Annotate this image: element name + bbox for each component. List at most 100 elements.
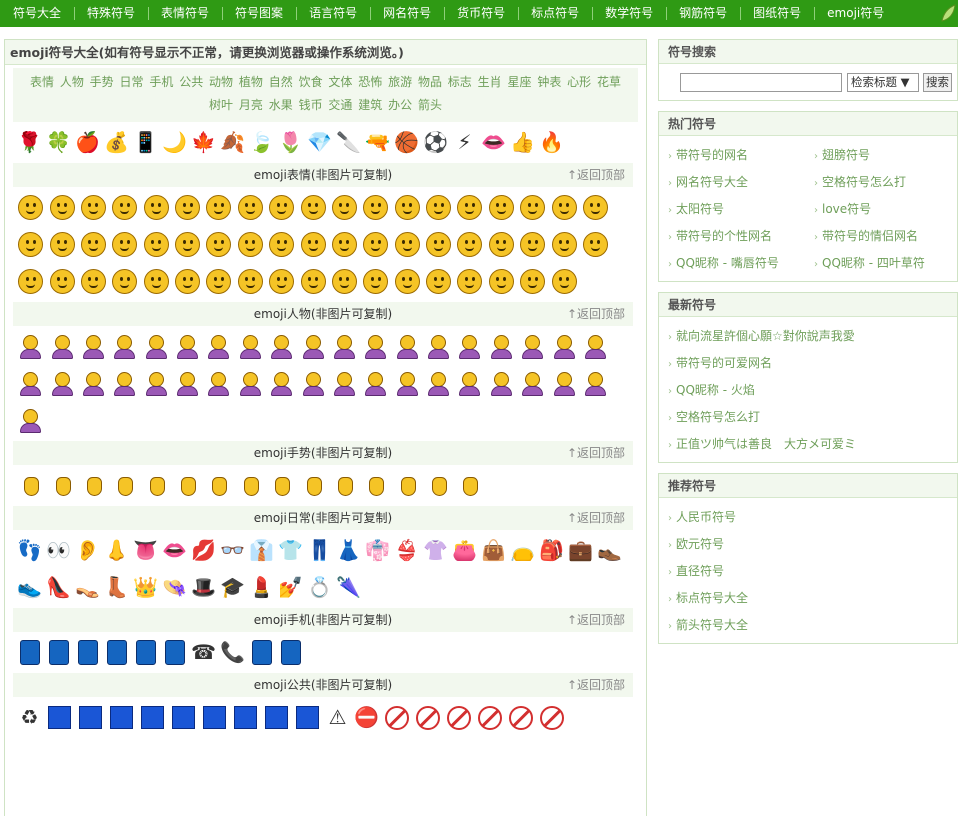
category-link[interactable]: 月亮 bbox=[239, 98, 263, 112]
back-to-top-link[interactable]: ↑返回顶部 bbox=[567, 673, 625, 697]
emoji-glyph[interactable]: 🍎 bbox=[75, 130, 100, 155]
face-emoji-icon[interactable] bbox=[18, 232, 44, 257]
face-emoji-icon[interactable] bbox=[300, 269, 326, 294]
face-emoji-icon[interactable] bbox=[269, 269, 295, 294]
device-emoji-icon[interactable] bbox=[280, 640, 301, 665]
face-emoji-icon[interactable] bbox=[143, 195, 169, 220]
emoji-glyph[interactable]: 👢 bbox=[104, 575, 129, 600]
category-link[interactable]: 箭头 bbox=[418, 98, 442, 112]
hand-emoji-icon[interactable] bbox=[81, 473, 106, 498]
person-emoji-icon[interactable] bbox=[363, 334, 388, 359]
emoji-glyph[interactable]: ⚽ bbox=[423, 130, 448, 155]
person-emoji-icon[interactable] bbox=[489, 334, 514, 359]
prohibited-icon[interactable] bbox=[477, 705, 502, 730]
person-emoji-icon[interactable] bbox=[301, 371, 326, 396]
hot-link[interactable]: › QQ昵称 - 嘴唇符号 bbox=[659, 250, 805, 277]
phone-emoji-icon[interactable] bbox=[19, 640, 40, 665]
person-emoji-icon[interactable] bbox=[81, 334, 106, 359]
face-emoji-icon[interactable] bbox=[18, 195, 44, 220]
prohibited-icon[interactable] bbox=[446, 705, 471, 730]
person-emoji-icon[interactable] bbox=[206, 334, 231, 359]
person-emoji-icon[interactable] bbox=[18, 408, 43, 433]
emoji-glyph[interactable]: 👃 bbox=[104, 538, 129, 563]
emoji-glyph[interactable]: 👝 bbox=[510, 538, 535, 563]
hand-emoji-icon[interactable] bbox=[269, 473, 294, 498]
emoji-glyph[interactable]: 🎩 bbox=[191, 575, 216, 600]
face-emoji-icon[interactable] bbox=[175, 232, 201, 257]
emoji-glyph[interactable]: 👛 bbox=[452, 538, 477, 563]
person-emoji-icon[interactable] bbox=[238, 371, 263, 396]
person-emoji-icon[interactable] bbox=[269, 334, 294, 359]
public-sign-icon[interactable] bbox=[296, 706, 319, 729]
face-emoji-icon[interactable] bbox=[520, 232, 546, 257]
category-link[interactable]: 手势 bbox=[90, 75, 114, 89]
emoji-glyph[interactable]: 🌙 bbox=[162, 130, 187, 155]
person-emoji-icon[interactable] bbox=[238, 334, 263, 359]
face-emoji-icon[interactable] bbox=[457, 232, 483, 257]
emoji-glyph[interactable]: 🌹 bbox=[17, 130, 42, 155]
face-emoji-icon[interactable] bbox=[80, 232, 106, 257]
latest-link[interactable]: › 就向流星許個心願☆對你說声我愛 bbox=[659, 323, 957, 350]
category-link[interactable]: 钱币 bbox=[299, 98, 323, 112]
person-emoji-icon[interactable] bbox=[489, 371, 514, 396]
nav-item-nickname[interactable]: 网名符号 bbox=[370, 0, 444, 27]
face-emoji-icon[interactable] bbox=[300, 232, 326, 257]
hand-emoji-icon[interactable] bbox=[395, 473, 420, 498]
category-link[interactable]: 恐怖 bbox=[358, 75, 382, 89]
emoji-glyph[interactable]: 🔫 bbox=[365, 130, 390, 155]
recommend-link[interactable]: › 标点符号大全 bbox=[659, 585, 957, 612]
face-emoji-icon[interactable] bbox=[426, 195, 452, 220]
hot-link[interactable]: › 带符号的网名 bbox=[659, 142, 805, 169]
recommend-link[interactable]: › 箭头符号大全 bbox=[659, 612, 957, 639]
hand-emoji-icon[interactable] bbox=[50, 473, 75, 498]
emoji-glyph[interactable]: ⛔ bbox=[354, 705, 379, 730]
hot-link[interactable]: › 翅膀符号 bbox=[805, 142, 955, 169]
emoji-glyph[interactable]: 🍃 bbox=[249, 130, 274, 155]
category-link[interactable]: 物品 bbox=[418, 75, 442, 89]
nav-item-emoticon[interactable]: 表情符号 bbox=[148, 0, 222, 27]
latest-link[interactable]: › QQ昵称 - 火焰 bbox=[659, 377, 957, 404]
person-emoji-icon[interactable] bbox=[552, 334, 577, 359]
person-emoji-icon[interactable] bbox=[50, 334, 75, 359]
person-emoji-icon[interactable] bbox=[175, 334, 200, 359]
hand-emoji-icon[interactable] bbox=[457, 473, 482, 498]
prohibited-icon[interactable] bbox=[415, 705, 440, 730]
category-link[interactable]: 人物 bbox=[60, 75, 84, 89]
face-emoji-icon[interactable] bbox=[112, 232, 138, 257]
emoji-glyph[interactable]: 👚 bbox=[423, 538, 448, 563]
emoji-glyph[interactable]: 💼 bbox=[568, 538, 593, 563]
category-link[interactable]: 公共 bbox=[179, 75, 203, 89]
nav-item-currency[interactable]: 货币符号 bbox=[444, 0, 518, 27]
recommend-link[interactable]: › 欧元符号 bbox=[659, 531, 957, 558]
emoji-glyph[interactable]: 🍀 bbox=[46, 130, 71, 155]
face-emoji-icon[interactable] bbox=[551, 232, 577, 257]
face-emoji-icon[interactable] bbox=[80, 195, 106, 220]
emoji-glyph[interactable]: 👘 bbox=[365, 538, 390, 563]
emoji-glyph[interactable]: 👜 bbox=[481, 538, 506, 563]
hand-emoji-icon[interactable] bbox=[426, 473, 451, 498]
emoji-glyph[interactable]: 👂 bbox=[75, 538, 100, 563]
search-input[interactable] bbox=[680, 72, 842, 92]
emoji-glyph[interactable]: 👠 bbox=[46, 575, 71, 600]
prohibited-icon[interactable] bbox=[539, 705, 564, 730]
emoji-glyph[interactable]: 🎓 bbox=[220, 575, 245, 600]
category-link[interactable]: 动物 bbox=[209, 75, 233, 89]
back-to-top-link[interactable]: ↑返回顶部 bbox=[567, 506, 625, 530]
person-emoji-icon[interactable] bbox=[395, 334, 420, 359]
emoji-glyph[interactable]: 💰 bbox=[104, 130, 129, 155]
person-emoji-icon[interactable] bbox=[426, 371, 451, 396]
phone-emoji-icon[interactable] bbox=[135, 640, 156, 665]
category-link[interactable]: 生肖 bbox=[478, 75, 502, 89]
emoji-glyph[interactable]: 👍 bbox=[510, 130, 535, 155]
public-sign-icon[interactable] bbox=[79, 706, 102, 729]
face-emoji-icon[interactable] bbox=[206, 269, 232, 294]
person-emoji-icon[interactable] bbox=[175, 371, 200, 396]
face-emoji-icon[interactable] bbox=[363, 195, 389, 220]
public-sign-icon[interactable] bbox=[203, 706, 226, 729]
face-emoji-icon[interactable] bbox=[331, 269, 357, 294]
hot-link[interactable]: › QQ昵称 - 四叶草符 bbox=[805, 250, 955, 277]
category-link[interactable]: 星座 bbox=[507, 75, 531, 89]
category-link[interactable]: 日常 bbox=[120, 75, 144, 89]
person-emoji-icon[interactable] bbox=[457, 371, 482, 396]
hand-emoji-icon[interactable] bbox=[112, 473, 137, 498]
